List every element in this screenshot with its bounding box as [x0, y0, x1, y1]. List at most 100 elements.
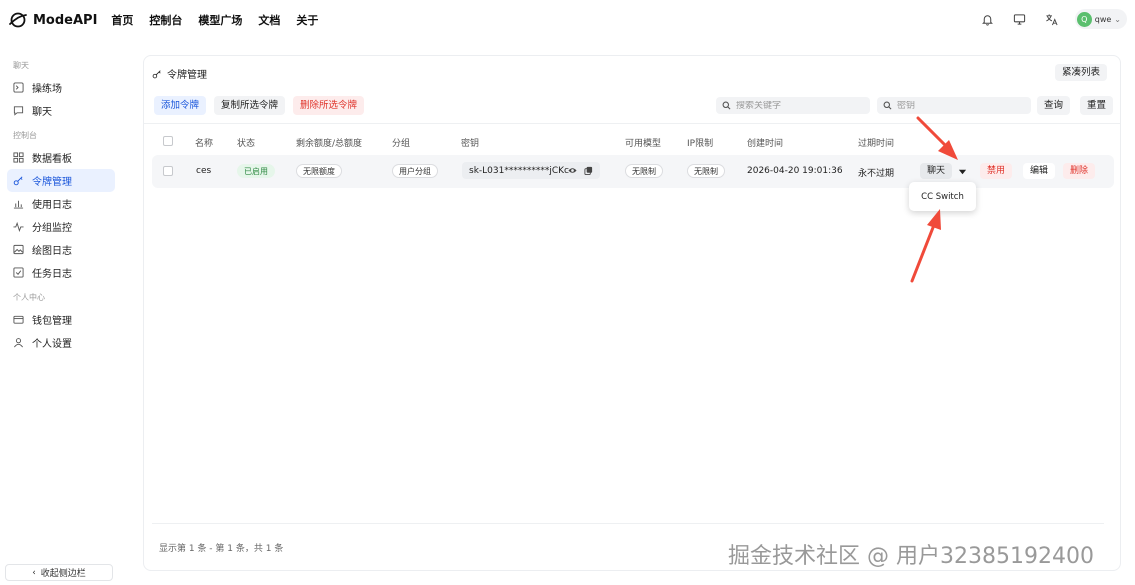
- pagination-summary: 显示第 1 条 - 第 1 条，共 1 条: [159, 544, 284, 554]
- col-header-models: 可用模型: [625, 139, 662, 149]
- translate-icon[interactable]: [1043, 10, 1061, 28]
- chat-dropdown-toggle[interactable]: [957, 166, 967, 176]
- status-badge: 已启用: [237, 164, 275, 178]
- wallet-icon: [13, 314, 24, 325]
- app-name: ModeAPI: [33, 12, 98, 28]
- page-title-text: 令牌管理: [167, 70, 207, 81]
- sidebar-item-dashboard[interactable]: 数据看板: [7, 146, 115, 169]
- col-header-group: 分组: [392, 139, 411, 149]
- token-key-text: sk-L031**********jCKc: [469, 165, 569, 176]
- compact-list-button[interactable]: 紧凑列表: [1054, 64, 1107, 81]
- page-title: 令牌管理: [152, 66, 207, 81]
- query-button[interactable]: 查询: [1037, 96, 1071, 115]
- playground-icon: [13, 82, 24, 93]
- divider: [152, 523, 1104, 524]
- nav-home[interactable]: 首页: [111, 12, 133, 28]
- copy-icon[interactable]: [584, 166, 593, 175]
- sidebar-item-chat[interactable]: 聊天: [7, 99, 115, 122]
- sidebar-section-chat: 聊天: [13, 61, 29, 70]
- dashboard-icon: [13, 152, 24, 163]
- nav-docs[interactable]: 文档: [258, 12, 280, 28]
- col-header-ip: IP限制: [687, 139, 714, 149]
- sidebar-item-tokens[interactable]: 令牌管理: [7, 169, 115, 192]
- nav-about[interactable]: 关于: [296, 12, 318, 28]
- keyword-search-input[interactable]: [736, 100, 856, 111]
- key-icon: [13, 175, 24, 186]
- nav-console[interactable]: 控制台: [149, 12, 182, 28]
- sidebar-item-label: 令牌管理: [32, 177, 72, 188]
- sidebar-section-console: 控制台: [13, 131, 37, 140]
- sidebar-item-wallet[interactable]: 钱包管理: [7, 308, 115, 331]
- avatar: Q: [1076, 11, 1092, 27]
- ip-badge: 无限制: [687, 164, 725, 178]
- dropdown-item-cc-switch[interactable]: CC Switch: [921, 192, 964, 202]
- sidebar-item-label: 个人设置: [32, 339, 72, 350]
- monitor-icon[interactable]: [1011, 10, 1029, 28]
- pulse-icon: [13, 221, 24, 232]
- models-badge: 无限制: [625, 164, 663, 178]
- bell-icon[interactable]: [979, 10, 997, 28]
- edit-button[interactable]: 编辑: [1023, 163, 1056, 179]
- sidebar-item-playground[interactable]: 操练场: [7, 76, 115, 99]
- sidebar-item-label: 操练场: [32, 84, 62, 95]
- token-name: ces: [196, 166, 212, 176]
- sidebar-item-usage-logs[interactable]: 使用日志: [7, 192, 115, 215]
- token-key: sk-L031**********jCKc: [462, 162, 600, 179]
- sidebar-item-label: 使用日志: [32, 200, 72, 211]
- user-name: qwe: [1094, 14, 1112, 24]
- select-all-checkbox[interactable]: [163, 136, 173, 146]
- sidebar-item-group-monitor[interactable]: 分组监控: [7, 215, 115, 238]
- chat-icon: [13, 105, 24, 116]
- user-menu[interactable]: Q qwe ⌄: [1074, 9, 1127, 29]
- add-token-button[interactable]: 添加令牌: [154, 96, 207, 115]
- sidebar-item-settings[interactable]: 个人设置: [7, 331, 115, 354]
- key-icon: [152, 69, 161, 78]
- image-icon: [13, 244, 24, 255]
- watermark: 掘金技术社区 @ 用户3238519240​0: [728, 544, 1094, 569]
- top-navbar: ModeAPI 首页 控制台 模型广场 文档 关于 Q qwe ⌄: [0, 0, 1135, 40]
- key-search[interactable]: [877, 97, 1031, 114]
- col-header-created: 创建时间: [747, 139, 784, 149]
- created-time: 2026-04-20 19:01:36: [747, 166, 843, 176]
- keyword-search[interactable]: [716, 97, 870, 114]
- expire-time: 永不过期: [858, 169, 895, 179]
- col-header-expires: 过期时间: [858, 139, 895, 149]
- sidebar-item-drawing-logs[interactable]: 绘图日志: [7, 238, 115, 261]
- disable-button[interactable]: 禁用: [980, 163, 1013, 179]
- col-header-quota: 剩余额度/总额度: [296, 139, 363, 149]
- collapse-sidebar-label: 收起侧边栏: [40, 569, 86, 579]
- row-checkbox[interactable]: [163, 166, 173, 176]
- chevron-down-icon: ⌄: [1114, 14, 1121, 24]
- app-logo[interactable]: ModeAPI: [8, 10, 97, 30]
- chevron-left-icon: ‹: [32, 567, 36, 578]
- col-header-key: 密钥: [461, 139, 480, 149]
- group-badge: 用户分组: [392, 164, 438, 178]
- divider: [144, 123, 1120, 124]
- chat-button[interactable]: 聊天: [920, 163, 953, 179]
- eye-icon[interactable]: [568, 166, 577, 175]
- chat-dropdown-menu: CC Switch: [909, 182, 976, 211]
- sidebar-item-label: 绘图日志: [32, 246, 72, 257]
- planet-logo-icon: [9, 12, 27, 28]
- key-search-input[interactable]: [897, 100, 1017, 111]
- search-icon: [722, 101, 731, 110]
- nav-model-market[interactable]: 模型广场: [198, 12, 242, 28]
- col-header-name: 名称: [195, 139, 214, 149]
- delete-selected-tokens-button[interactable]: 删除所选令牌: [293, 96, 365, 115]
- search-icon: [883, 101, 892, 110]
- sidebar-section-personal: 个人中心: [13, 293, 45, 302]
- token-management-card: 令牌管理 紧凑列表 添加令牌 复制所选令牌 删除所选令牌 查询 重置 名称 状态…: [143, 55, 1121, 571]
- sidebar-item-label: 数据看板: [32, 154, 72, 165]
- collapse-sidebar-button[interactable]: ‹ 收起侧边栏: [5, 564, 113, 581]
- sidebar-item-label: 任务日志: [32, 269, 72, 280]
- quota-badge: 无限额度: [296, 164, 342, 178]
- task-icon: [13, 267, 24, 278]
- delete-button[interactable]: 删除: [1063, 163, 1096, 179]
- sidebar-item-task-logs[interactable]: 任务日志: [7, 261, 115, 284]
- reset-button[interactable]: 重置: [1080, 96, 1114, 115]
- caret-down-icon: [958, 169, 966, 174]
- sidebar-item-label: 分组监控: [32, 223, 72, 234]
- sidebar-item-label: 聊天: [32, 107, 52, 118]
- copy-selected-tokens-button[interactable]: 复制所选令牌: [214, 96, 286, 115]
- top-right-tools: Q qwe ⌄: [979, 9, 1127, 29]
